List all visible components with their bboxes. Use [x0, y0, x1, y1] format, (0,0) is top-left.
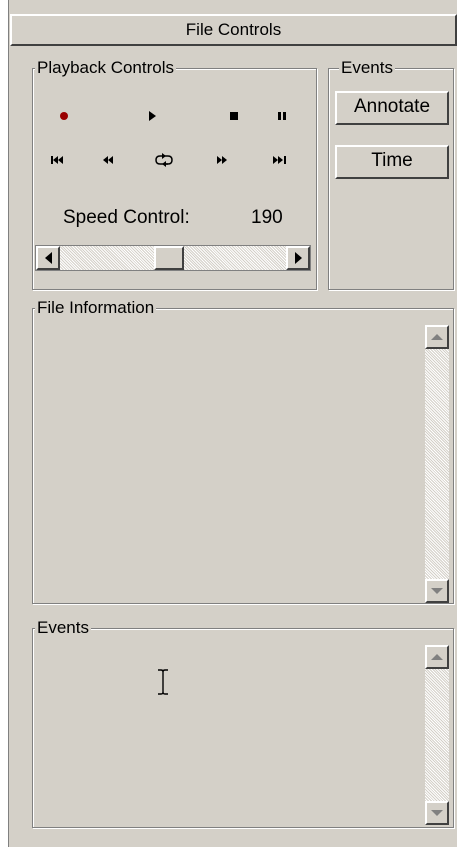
- play-button[interactable]: [137, 103, 167, 129]
- speed-control-value: 190: [251, 207, 283, 228]
- scroll-up-button[interactable]: [425, 325, 449, 349]
- fast-forward-button[interactable]: [207, 147, 237, 173]
- loop-icon: [155, 153, 173, 167]
- arrow-right-icon: [294, 252, 302, 264]
- scroll-down-button[interactable]: [425, 579, 449, 603]
- rewind-icon: [103, 156, 113, 164]
- scroll-down-button[interactable]: [425, 801, 449, 825]
- record-icon: [60, 112, 68, 120]
- panel-edge: [0, 0, 9, 847]
- file-information-text[interactable]: [35, 323, 423, 601]
- slider-left-button[interactable]: [36, 246, 60, 270]
- rewind-button[interactable]: [93, 147, 123, 173]
- events-log-scrollbar[interactable]: [425, 645, 449, 825]
- events-buttons-group: Events Annotate Time: [328, 58, 454, 290]
- scroll-up-button[interactable]: [425, 645, 449, 669]
- annotate-button[interactable]: Annotate: [335, 91, 449, 125]
- play-icon: [149, 111, 156, 121]
- loop-button[interactable]: [149, 147, 179, 173]
- speed-control-label: Speed Control:: [63, 207, 190, 228]
- fast-forward-icon: [217, 156, 227, 164]
- pause-button[interactable]: [267, 103, 297, 129]
- text-cursor-icon: [158, 669, 168, 695]
- file-information-scrollbar[interactable]: [425, 325, 449, 603]
- events-log-text[interactable]: [35, 643, 423, 825]
- file-information-group: File Information: [32, 298, 454, 604]
- arrow-up-icon: [431, 654, 443, 660]
- file-controls-panel: File Controls Playback Controls Speed Co…: [0, 0, 457, 847]
- slider-thumb[interactable]: [154, 246, 185, 270]
- arrow-left-icon: [44, 252, 52, 264]
- speed-slider[interactable]: [35, 245, 311, 271]
- file-information-label: File Information: [35, 298, 157, 318]
- events-log-label: Events: [35, 618, 91, 638]
- stop-icon: [230, 112, 238, 120]
- playback-controls-group: Playback Controls Speed Control: 190: [32, 58, 317, 290]
- skip-to-end-icon: [273, 156, 286, 164]
- arrow-up-icon: [431, 334, 443, 340]
- events-group-label: Events: [339, 58, 395, 78]
- pause-icon: [278, 112, 286, 120]
- skip-to-end-button[interactable]: [265, 147, 295, 173]
- arrow-down-icon: [431, 588, 443, 594]
- playback-controls-label: Playback Controls: [35, 58, 177, 78]
- events-log-group: Events: [32, 618, 454, 828]
- time-button[interactable]: Time: [335, 145, 449, 179]
- skip-to-start-icon: [51, 156, 63, 164]
- arrow-down-icon: [431, 810, 443, 816]
- slider-right-button[interactable]: [286, 246, 310, 270]
- skip-to-start-button[interactable]: [43, 147, 73, 173]
- record-button[interactable]: [49, 103, 79, 129]
- stop-button[interactable]: [219, 103, 249, 129]
- panel-title: File Controls: [10, 14, 457, 46]
